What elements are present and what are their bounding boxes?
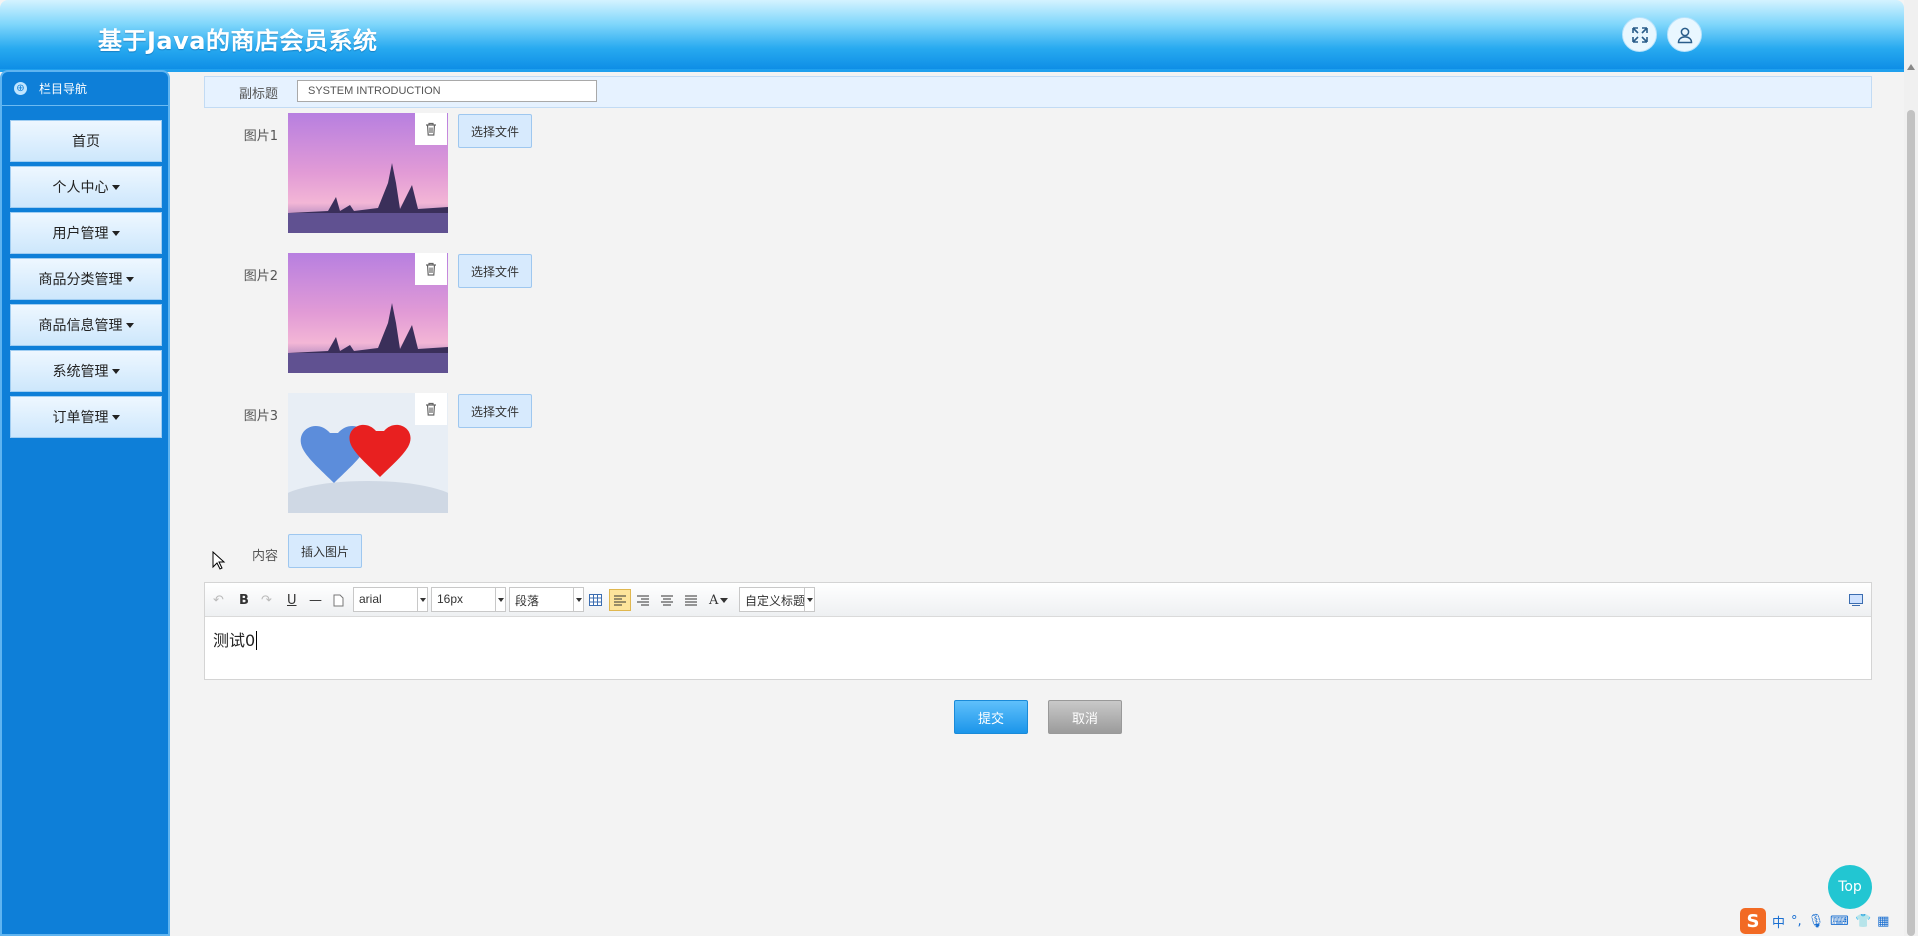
font-family-value: arial bbox=[359, 592, 382, 606]
vertical-scrollbar[interactable] bbox=[1904, 0, 1918, 936]
subtitle-label: 副标题 bbox=[238, 87, 278, 102]
table-icon[interactable] bbox=[589, 591, 602, 609]
trash-icon bbox=[426, 402, 436, 416]
dropdown-arrow-icon bbox=[573, 588, 583, 611]
dropdown-arrow-icon bbox=[804, 588, 814, 611]
text-caret bbox=[256, 631, 258, 650]
subtitle-input[interactable] bbox=[297, 80, 597, 102]
ime-language[interactable]: 中 bbox=[1772, 912, 1785, 931]
bold-button[interactable]: B bbox=[239, 591, 249, 609]
underline-button[interactable]: U bbox=[287, 591, 297, 609]
sidebar-item-category-management[interactable]: 商品分类管理 bbox=[10, 258, 162, 300]
align-justify-icon[interactable] bbox=[685, 591, 697, 609]
app-title: 基于Java的商店会员系统 bbox=[98, 27, 378, 55]
choose-file-button-3[interactable]: 选择文件 bbox=[458, 394, 532, 428]
sidebar-item-user-management[interactable]: 用户管理 bbox=[10, 212, 162, 254]
caret-down-icon bbox=[125, 276, 134, 282]
editor-toolbar: ↶ B ↷ U — arial 16px 段落 A 自定义标题 bbox=[205, 583, 1871, 617]
caret-down-icon bbox=[720, 597, 729, 603]
image2-label: 图片2 bbox=[243, 269, 278, 284]
ime-microphone-icon[interactable]: 🎙 bbox=[1808, 914, 1825, 929]
ime-punctuation-icon[interactable]: °, bbox=[1791, 914, 1802, 929]
insert-image-button[interactable]: 插入图片 bbox=[288, 534, 362, 568]
font-size-value: 16px bbox=[437, 592, 464, 606]
sidebar-item-label: 商品分类管理 bbox=[38, 272, 123, 288]
ime-skin-icon[interactable]: 👕 bbox=[1855, 914, 1871, 929]
horizontal-rule-icon[interactable]: — bbox=[309, 591, 322, 609]
caret-down-icon bbox=[111, 230, 120, 236]
editor-body[interactable]: 测试0 bbox=[205, 617, 1871, 661]
align-right-icon[interactable] bbox=[637, 591, 649, 609]
image3-label: 图片3 bbox=[243, 409, 278, 424]
document-icon[interactable] bbox=[333, 591, 344, 609]
source-code-icon[interactable] bbox=[1849, 591, 1863, 609]
scroll-up-icon[interactable] bbox=[1907, 64, 1915, 70]
sidebar-item-product-management[interactable]: 商品信息管理 bbox=[10, 304, 162, 346]
undo-icon[interactable]: ↶ bbox=[213, 591, 224, 609]
font-family-select[interactable]: arial bbox=[353, 587, 428, 612]
rich-text-editor: ↶ B ↷ U — arial 16px 段落 A 自定义标题 测试0 bbox=[204, 582, 1872, 680]
sidebar-item-order-management[interactable]: 订单管理 bbox=[10, 396, 162, 438]
user-icon bbox=[1677, 27, 1692, 43]
delete-image3-button[interactable] bbox=[415, 393, 447, 425]
sidebar-item-home[interactable]: 首页 bbox=[10, 120, 162, 162]
image1-label: 图片1 bbox=[243, 129, 278, 144]
caret-down-icon bbox=[111, 184, 120, 190]
choose-file-button-1[interactable]: 选择文件 bbox=[458, 114, 532, 148]
app-header: 基于Java的商店会员系统 bbox=[0, 0, 1904, 72]
sidebar-item-label: 用户管理 bbox=[52, 226, 109, 242]
delete-image1-button[interactable] bbox=[415, 113, 447, 145]
trash-icon bbox=[426, 262, 436, 276]
ime-keyboard-icon[interactable]: ⌨ bbox=[1830, 914, 1849, 929]
redo-icon[interactable]: ↷ bbox=[261, 591, 272, 609]
ime-toolbar: S 中 °, 🎙 ⌨ 👕 ▦ bbox=[1740, 908, 1889, 934]
font-color-letter: A bbox=[709, 592, 719, 608]
sidebar-item-system-management[interactable]: 系统管理 bbox=[10, 350, 162, 392]
ime-apps-icon[interactable]: ▦ bbox=[1877, 914, 1889, 929]
sidebar-title: 栏目导航 bbox=[39, 82, 88, 96]
sidebar-header: ⊕ 栏目导航 bbox=[2, 72, 168, 106]
choose-file-button-2[interactable]: 选择文件 bbox=[458, 254, 532, 288]
caret-down-icon bbox=[125, 322, 134, 328]
font-color-button[interactable]: A bbox=[709, 591, 729, 609]
sidebar-item-personal-center[interactable]: 个人中心 bbox=[10, 166, 162, 208]
align-center-icon[interactable] bbox=[661, 591, 673, 609]
submit-button[interactable]: 提交 bbox=[954, 700, 1028, 734]
delete-image2-button[interactable] bbox=[415, 253, 447, 285]
user-button[interactable] bbox=[1667, 17, 1702, 52]
trash-icon bbox=[426, 122, 436, 136]
sidebar: ⊕ 栏目导航 首页 个人中心 用户管理 商品分类管理 商品信息管理 系统管理 订… bbox=[0, 70, 170, 936]
editor-text: 测试0 bbox=[213, 631, 256, 650]
sidebar-item-label: 首页 bbox=[72, 134, 100, 150]
sidebar-item-label: 订单管理 bbox=[52, 410, 109, 426]
scrollbar-thumb[interactable] bbox=[1907, 110, 1915, 936]
sogou-logo-icon: S bbox=[1740, 908, 1766, 934]
expand-arrows-icon bbox=[1631, 26, 1648, 43]
back-to-top-button[interactable]: Top bbox=[1828, 865, 1872, 909]
align-left-icon[interactable] bbox=[609, 589, 631, 611]
dropdown-arrow-icon bbox=[417, 588, 427, 611]
caret-down-icon bbox=[111, 414, 120, 420]
custom-title-value: 自定义标题 bbox=[745, 594, 806, 608]
paragraph-select[interactable]: 段落 bbox=[509, 587, 584, 612]
sidebar-item-label: 个人中心 bbox=[52, 180, 109, 196]
paragraph-value: 段落 bbox=[515, 594, 540, 608]
sidebar-item-label: 系统管理 bbox=[52, 364, 109, 380]
caret-down-icon bbox=[111, 368, 120, 374]
cancel-button[interactable]: 取消 bbox=[1048, 700, 1122, 734]
nav-circle-icon: ⊕ bbox=[14, 82, 27, 95]
dropdown-arrow-icon bbox=[495, 588, 505, 611]
font-size-select[interactable]: 16px bbox=[431, 587, 506, 612]
sidebar-item-label: 商品信息管理 bbox=[38, 318, 123, 334]
custom-title-select[interactable]: 自定义标题 bbox=[739, 587, 815, 612]
mouse-cursor-icon bbox=[212, 551, 226, 570]
fullscreen-button[interactable] bbox=[1622, 17, 1657, 52]
